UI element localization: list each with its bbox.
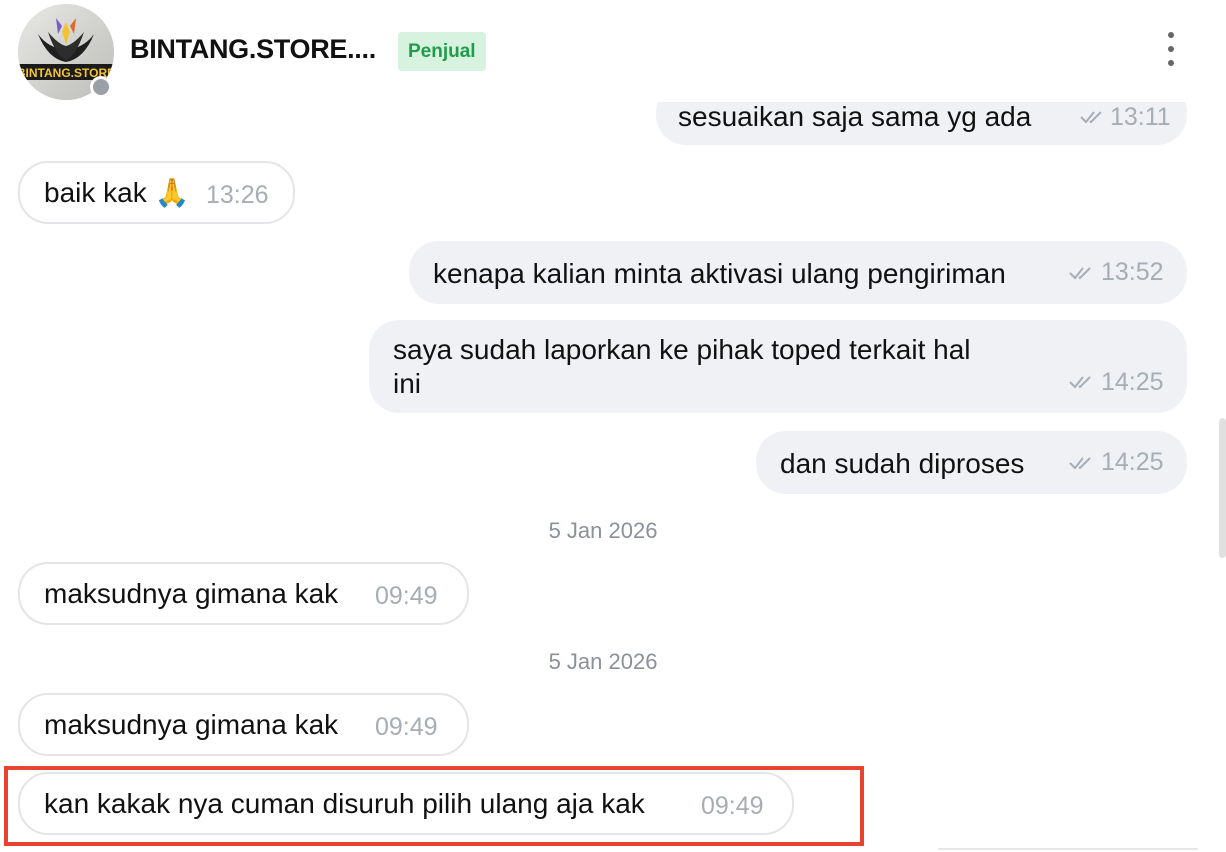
double-check-icon [1069,376,1091,389]
message-time: 14:25 [1101,368,1164,396]
message-time: 13:52 [1101,258,1164,286]
message-time: 09:49 [375,713,438,741]
message-text: maksudnya gimana kak [44,709,339,740]
more-vertical-icon[interactable] [1156,28,1186,70]
input-divider [938,848,1198,850]
avatar-container[interactable]: BINTANG.STORE [18,4,114,100]
message-text: sesuaikan saja sama yg ada [678,101,1032,132]
message-text-line-2: ini [393,368,422,399]
message-incoming[interactable]: maksudnya gimana kak 09:49 [18,693,469,756]
date-separator: 5 Jan 2026 [548,649,658,674]
store-name[interactable]: BINTANG.STORE.... [130,34,376,65]
message-outgoing[interactable]: kenapa kalian minta aktivasi ulang pengi… [409,241,1187,304]
message-incoming[interactable]: maksudnya gimana kak 09:49 [18,562,469,625]
message-text: dan sudah diproses [780,448,1025,479]
message-text: kenapa kalian minta aktivasi ulang pengi… [433,258,1006,289]
message-time: 13:11 [1110,103,1171,131]
highlight-box [4,766,864,846]
seller-badge: Penjual [398,32,486,71]
chat-window: sesuaikan saja sama yg ada 13:11 baik ka… [0,0,1226,852]
online-status-icon [90,76,112,98]
message-time: 09:49 [375,582,438,610]
double-check-icon [1069,267,1091,280]
double-check-icon [1069,457,1091,470]
message-text: maksudnya gimana kak [44,578,339,609]
message-text: baik kak 🙏 [44,177,190,208]
message-text-line-1: saya sudah laporkan ke pihak toped terka… [393,334,971,365]
message-time: 13:26 [206,181,269,209]
date-separator: 5 Jan 2026 [548,518,658,543]
message-outgoing[interactable]: saya sudah laporkan ke pihak toped terka… [369,320,1187,413]
message-time: 14:25 [1101,448,1164,476]
chat-header: BINTANG.STORE BINTANG.STORE.... Penjual [0,0,1226,102]
double-check-icon [1080,111,1102,124]
message-incoming[interactable]: baik kak 🙏 13:26 [18,161,295,224]
message-outgoing[interactable]: dan sudah diproses 14:25 [756,431,1187,494]
scrollbar[interactable] [1219,418,1226,558]
message-list[interactable]: sesuaikan saja sama yg ada 13:11 baik ka… [0,0,1226,852]
